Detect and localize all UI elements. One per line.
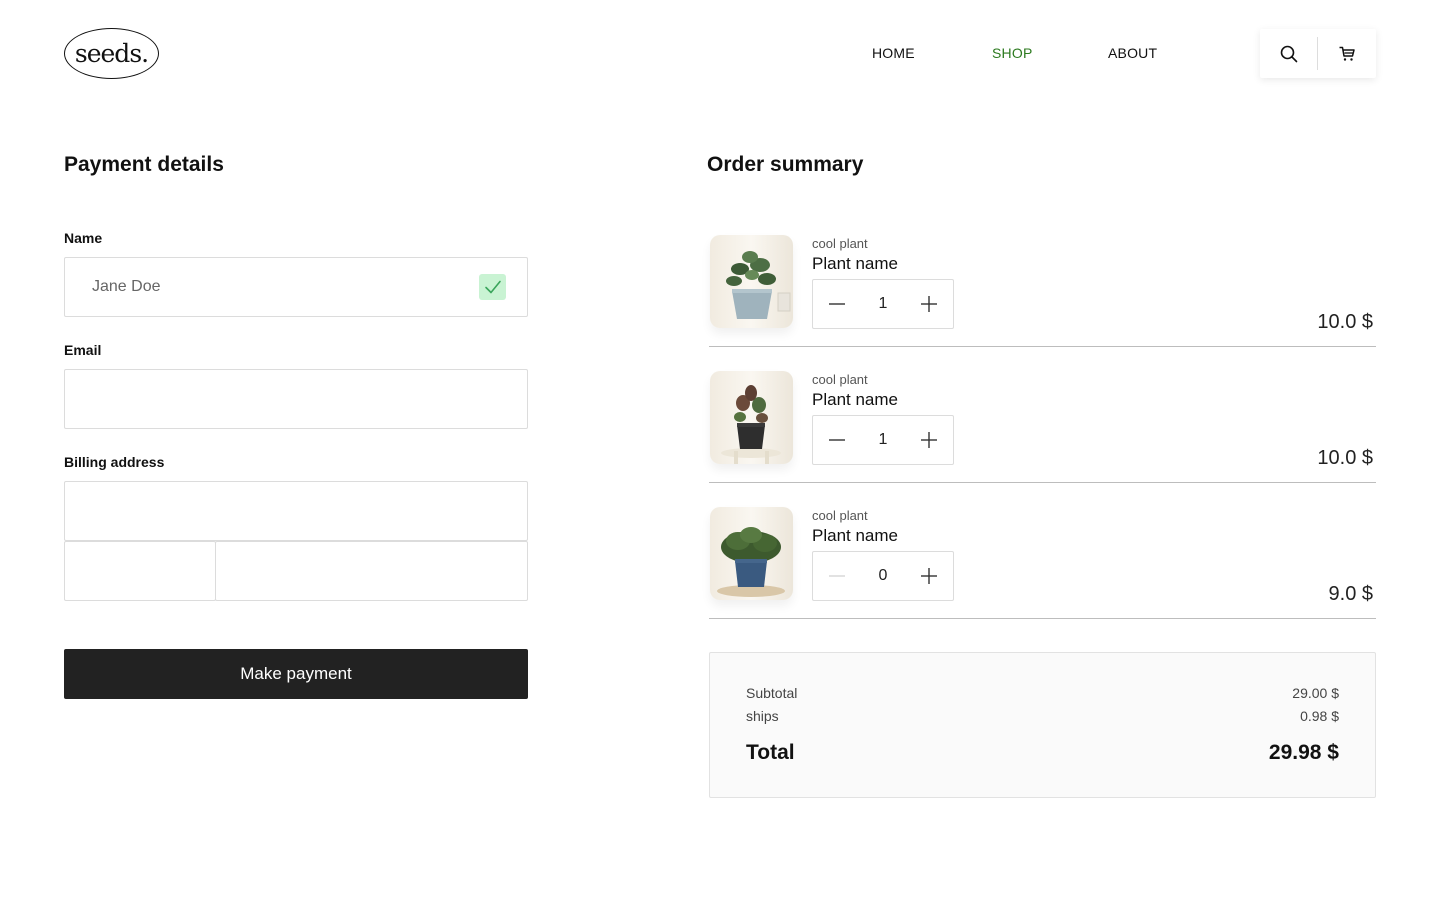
email-label: Email bbox=[64, 342, 102, 358]
decrease-button[interactable] bbox=[813, 552, 861, 600]
product-image[interactable] bbox=[710, 371, 793, 464]
email-field[interactable] bbox=[64, 369, 528, 429]
billing-zip-input[interactable] bbox=[64, 541, 216, 601]
quantity-value: 1 bbox=[878, 295, 888, 312]
quantity-value: 1 bbox=[878, 431, 888, 448]
plus-icon bbox=[921, 296, 937, 312]
total-label: Total bbox=[746, 741, 795, 764]
item-divider bbox=[709, 618, 1376, 619]
search-icon bbox=[1280, 45, 1297, 62]
shipping-value: 0.98 $ bbox=[1300, 708, 1339, 724]
item-subtitle: cool plant bbox=[812, 236, 868, 251]
billing-label: Billing address bbox=[64, 454, 165, 470]
logo[interactable]: seeds. bbox=[64, 28, 159, 79]
cart-button[interactable] bbox=[1318, 29, 1375, 78]
nav-home[interactable]: HOME bbox=[872, 45, 915, 61]
header-toolbar bbox=[1260, 29, 1376, 78]
name-valid-badge bbox=[479, 274, 506, 300]
quantity-stepper: 0 bbox=[812, 551, 954, 601]
checkmark-icon bbox=[484, 280, 501, 294]
product-image[interactable] bbox=[710, 235, 793, 328]
payment-title: Payment details bbox=[64, 153, 224, 176]
subtotal-label: Subtotal bbox=[746, 685, 798, 701]
name-input[interactable] bbox=[64, 257, 528, 317]
make-payment-button[interactable]: Make payment bbox=[64, 649, 528, 699]
subtotal-value: 29.00 $ bbox=[1292, 685, 1339, 701]
item-subtitle: cool plant bbox=[812, 508, 868, 523]
shipping-label: ships bbox=[746, 708, 779, 724]
order-totals: Subtotal 29.00 $ ships 0.98 $ Total 29.9… bbox=[709, 652, 1376, 798]
item-divider bbox=[709, 482, 1376, 483]
logo-text: seeds. bbox=[74, 39, 149, 68]
nav-about[interactable]: ABOUT bbox=[1108, 45, 1157, 61]
minus-icon bbox=[829, 575, 845, 577]
quantity-stepper: 1 bbox=[812, 279, 954, 329]
decrease-button[interactable] bbox=[813, 416, 861, 464]
nav-shop[interactable]: SHOP bbox=[992, 45, 1032, 61]
quantity-value: 0 bbox=[878, 567, 888, 584]
plus-icon bbox=[921, 568, 937, 584]
billing-street-input[interactable] bbox=[64, 481, 528, 541]
item-divider bbox=[709, 346, 1376, 347]
item-subtitle: cool plant bbox=[812, 372, 868, 387]
increase-button[interactable] bbox=[905, 280, 953, 328]
product-image[interactable] bbox=[710, 507, 793, 600]
order-title: Order summary bbox=[707, 153, 864, 176]
plus-icon bbox=[921, 432, 937, 448]
quantity-stepper: 1 bbox=[812, 415, 954, 465]
item-name: Plant name bbox=[812, 526, 898, 545]
name-label: Name bbox=[64, 230, 103, 246]
item-name: Plant name bbox=[812, 390, 898, 409]
increase-button[interactable] bbox=[905, 416, 953, 464]
search-button[interactable] bbox=[1260, 29, 1317, 78]
minus-icon bbox=[829, 303, 845, 305]
increase-button[interactable] bbox=[905, 552, 953, 600]
billing-city-input[interactable] bbox=[215, 541, 528, 601]
item-price: 9.0 $ bbox=[1328, 583, 1373, 605]
cart-icon bbox=[1339, 46, 1355, 61]
item-name: Plant name bbox=[812, 254, 898, 273]
total-value: 29.98 $ bbox=[1268, 741, 1339, 764]
decrease-button[interactable] bbox=[813, 280, 861, 328]
minus-icon bbox=[829, 439, 845, 441]
item-price: 10.0 $ bbox=[1317, 311, 1373, 333]
item-price: 10.0 $ bbox=[1317, 447, 1373, 469]
